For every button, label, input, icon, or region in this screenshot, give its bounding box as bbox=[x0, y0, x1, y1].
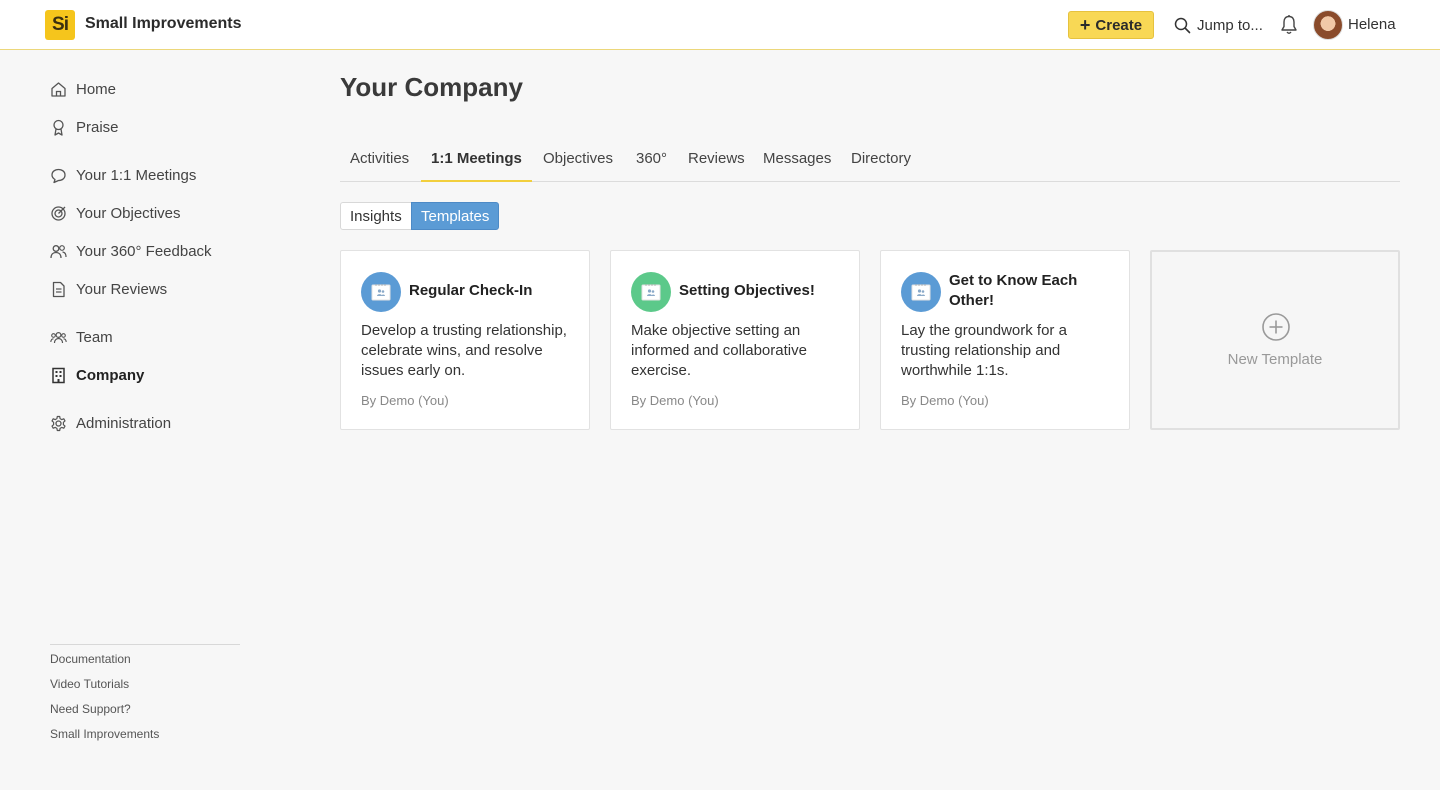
sidebar-item-label: Your 360° Feedback bbox=[76, 242, 212, 260]
user-name[interactable]: Helena bbox=[1348, 16, 1396, 33]
chat-icon bbox=[51, 168, 66, 183]
template-card-get-to-know-each-other[interactable]: Get to Know Each Other! Lay the groundwo… bbox=[880, 250, 1130, 430]
search-icon bbox=[1174, 17, 1191, 33]
footer-link-documentation[interactable]: Documentation bbox=[50, 652, 131, 666]
sidebar-item-company[interactable]: Company bbox=[50, 364, 144, 386]
subtab-templates[interactable]: Templates bbox=[411, 202, 500, 230]
card-title: Setting Objectives! bbox=[679, 282, 815, 299]
sidebar-item-praise[interactable]: Praise bbox=[50, 116, 119, 138]
company-tabs: Activities 1:1 Meetings Objectives 360° … bbox=[340, 140, 1400, 182]
document-icon bbox=[52, 281, 65, 297]
card-title: Regular Check-In bbox=[409, 282, 533, 299]
footer-link-video-tutorials[interactable]: Video Tutorials bbox=[50, 677, 129, 691]
sidebar-item-label: Company bbox=[76, 366, 145, 384]
template-card-setting-objectives[interactable]: Setting Objectives! Make objective setti… bbox=[610, 250, 860, 430]
jump-to-search[interactable]: Jump to... bbox=[1174, 14, 1263, 36]
sidebar-item-objectives[interactable]: Your Objectives bbox=[50, 202, 181, 224]
notifications-bell-icon[interactable] bbox=[1279, 14, 1299, 36]
create-button[interactable]: + Create bbox=[1068, 11, 1154, 39]
app-name[interactable]: Small Improvements bbox=[85, 15, 242, 33]
sidebar-item-label: Your Objectives bbox=[76, 204, 181, 222]
plus-icon: + bbox=[1079, 15, 1091, 35]
tab-360[interactable]: 360° bbox=[626, 140, 677, 182]
create-button-label: Create bbox=[1095, 16, 1143, 34]
card-author: By Demo (You) bbox=[361, 393, 449, 408]
plus-circle-icon bbox=[1262, 313, 1290, 341]
new-template-button[interactable]: New Template bbox=[1150, 250, 1400, 430]
sidebar-item-label: Home bbox=[76, 80, 117, 98]
footer-link-need-support[interactable]: Need Support? bbox=[50, 702, 131, 716]
new-template-label: New Template bbox=[1227, 351, 1323, 368]
sidebar-item-team[interactable]: Team bbox=[50, 326, 113, 348]
tab-activities[interactable]: Activities bbox=[340, 140, 419, 182]
tab-objectives[interactable]: Objectives bbox=[533, 140, 623, 182]
sidebar-item-label: Team bbox=[76, 328, 113, 346]
sidebar-item-label: Administration bbox=[76, 414, 172, 432]
app-logo[interactable]: Si bbox=[45, 10, 75, 40]
gear-icon bbox=[51, 415, 66, 431]
tab-reviews[interactable]: Reviews bbox=[678, 140, 755, 182]
sidebar-item-label: Your 1:1 Meetings bbox=[76, 166, 197, 184]
meeting-template-icon bbox=[901, 272, 941, 312]
card-author: By Demo (You) bbox=[631, 393, 719, 408]
card-description: Develop a trusting relationship, celebra… bbox=[361, 322, 567, 379]
sidebar-item-one-on-one-meetings[interactable]: Your 1:1 Meetings bbox=[50, 164, 196, 186]
team-icon bbox=[50, 331, 67, 343]
sidebar-item-reviews[interactable]: Your Reviews bbox=[50, 278, 167, 300]
subtab-insights[interactable]: Insights bbox=[340, 202, 412, 230]
tab-directory[interactable]: Directory bbox=[841, 140, 921, 182]
meeting-template-icon bbox=[631, 272, 671, 312]
template-card-regular-check-in[interactable]: Regular Check-In Develop a trusting rela… bbox=[340, 250, 590, 430]
sidebar-item-label: Praise bbox=[76, 118, 119, 136]
award-icon bbox=[53, 119, 64, 136]
meeting-template-icon bbox=[361, 272, 401, 312]
jump-to-label: Jump to... bbox=[1197, 16, 1263, 34]
sidebar-item-administration[interactable]: Administration bbox=[50, 412, 171, 434]
target-icon bbox=[51, 205, 66, 221]
card-description: Lay the groundwork for a trusting relati… bbox=[901, 322, 1067, 379]
sidebar-divider bbox=[50, 644, 240, 645]
user-avatar[interactable] bbox=[1313, 10, 1343, 40]
card-author: By Demo (You) bbox=[901, 393, 989, 408]
card-title: Get to Know Each Other! bbox=[949, 272, 1078, 309]
building-icon bbox=[52, 367, 65, 383]
sidebar-item-label: Your Reviews bbox=[76, 280, 168, 298]
sidebar-item-home[interactable]: Home bbox=[50, 78, 116, 100]
tab-one-on-one-meetings[interactable]: 1:1 Meetings bbox=[421, 140, 532, 182]
home-icon bbox=[51, 81, 66, 97]
page-title: Your Company bbox=[340, 72, 523, 102]
card-description: Make objective setting an informed and c… bbox=[631, 322, 807, 379]
sidebar-item-360-feedback[interactable]: Your 360° Feedback bbox=[50, 240, 212, 262]
tab-messages[interactable]: Messages bbox=[753, 140, 841, 182]
footer-link-small-improvements[interactable]: Small Improvements bbox=[50, 727, 159, 741]
top-bar: Si Small Improvements + Create Jump to..… bbox=[0, 0, 1440, 50]
people-icon bbox=[50, 244, 67, 258]
